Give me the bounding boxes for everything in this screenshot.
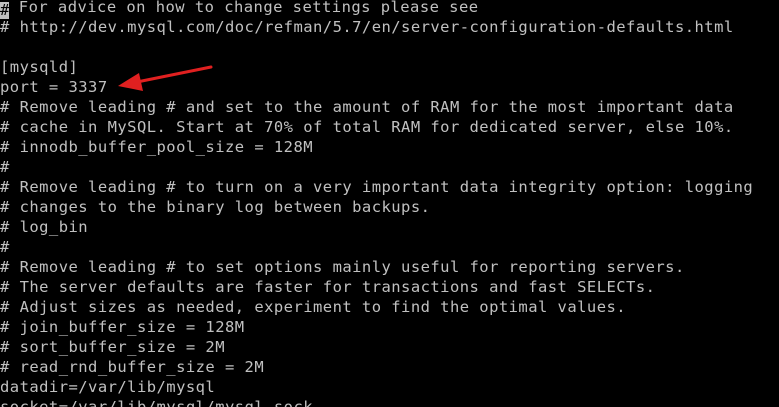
annotation-arrow-shaft (130, 65, 213, 85)
terminal-line-14: # Remove leading # to set options mainly… (0, 258, 685, 276)
terminal-line-10: # Remove leading # to turn on a very imp… (0, 178, 754, 196)
terminal-line-19: # read_rnd_buffer_size = 2M (0, 358, 265, 376)
terminal-line-7: # cache in MySQL. Start at 70% of total … (0, 118, 734, 136)
port-setting-line: port = 3337 (0, 78, 108, 96)
terminal-line-13: # (0, 238, 10, 256)
terminal-line-16: # Adjust sizes as needed, experiment to … (0, 298, 627, 316)
terminal-line-17: # join_buffer_size = 128M (0, 318, 245, 336)
terminal-line-15: # The server defaults are faster for tra… (0, 278, 656, 296)
terminal-line-21: socket=/var/lib/mysql/mysql.sock (0, 398, 314, 407)
terminal-window[interactable]: # For advice on how to change settings p… (0, 0, 779, 407)
config-section-header: [mysqld] (0, 58, 79, 76)
terminal-line-1: # For advice on how to change settings p… (0, 0, 479, 19)
terminal-line-9: # (0, 158, 10, 176)
terminal-line-2: # http://dev.mysql.com/doc/refman/5.7/en… (0, 18, 734, 36)
terminal-line-12: # log_bin (0, 218, 89, 236)
terminal-line-11: # changes to the binary log between back… (0, 198, 431, 216)
terminal-line-8: # innodb_buffer_pool_size = 128M (0, 138, 314, 156)
terminal-line-6: # Remove leading # and set to the amount… (0, 98, 734, 116)
config-comment: For advice on how to change settings ple… (9, 0, 479, 16)
annotation-arrow-head (118, 73, 143, 91)
terminal-line-20: datadir=/var/lib/mysql (0, 378, 216, 396)
terminal-line-18: # sort_buffer_size = 2M (0, 338, 225, 356)
